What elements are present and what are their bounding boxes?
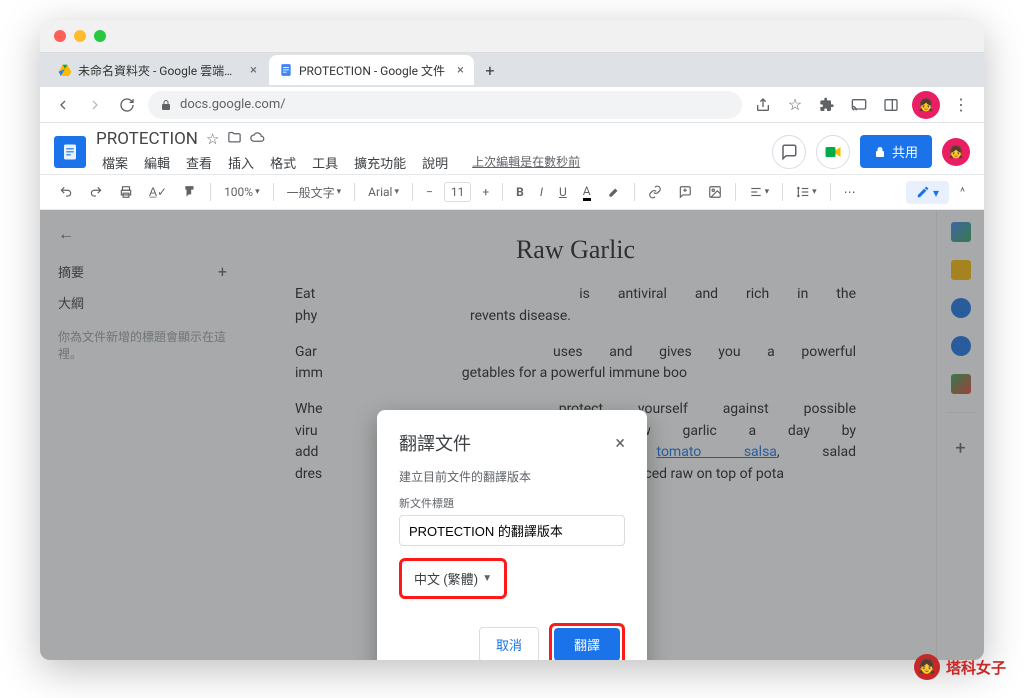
comment-history-button[interactable] xyxy=(772,135,806,169)
docs-app: PROTECTION ☆ 檔案 編輯 查看 插入 格式 工具 擴充功能 說明 xyxy=(40,123,984,660)
dialog-field-label: 新文件標題 xyxy=(399,495,625,511)
bold-button[interactable]: B xyxy=(511,182,529,202)
redo-button[interactable] xyxy=(84,182,108,202)
browser-tab-docs[interactable]: PROTECTION - Google 文件 × xyxy=(269,55,474,85)
window-minimize-button[interactable] xyxy=(74,30,86,42)
text-color-button[interactable]: A xyxy=(578,181,596,204)
reload-button[interactable] xyxy=(116,94,138,116)
insert-comment-button[interactable] xyxy=(673,182,697,202)
zoom-select[interactable]: 100% xyxy=(219,182,265,202)
hide-menus-button[interactable]: ^ xyxy=(955,182,970,202)
window-traffic-lights xyxy=(40,20,984,53)
watermark-icon: 👧 xyxy=(914,654,940,680)
font-size-dec[interactable]: − xyxy=(421,182,438,202)
docs-header: PROTECTION ☆ 檔案 編輯 查看 插入 格式 工具 擴充功能 說明 xyxy=(40,123,984,174)
highlight-lang: 中文 (繁體) ▼ xyxy=(399,558,507,599)
watermark: 👧 塔科女子 xyxy=(914,654,1006,680)
tab-close-icon[interactable]: × xyxy=(457,63,464,78)
tab-title: 未命名資料夾 - Google 雲端硬碟 xyxy=(78,62,238,79)
style-select[interactable]: 一般文字 xyxy=(282,181,347,204)
formatting-toolbar: A̲✓ 100% 一般文字 Arial − 11 + B I U A xyxy=(40,174,984,210)
share-label: 共用 xyxy=(892,142,918,161)
align-button[interactable] xyxy=(744,182,775,202)
paint-format-button[interactable] xyxy=(178,182,202,202)
tab-title: PROTECTION - Google 文件 xyxy=(299,62,445,79)
translate-button[interactable]: 翻譯 xyxy=(554,628,620,660)
drive-icon xyxy=(58,63,72,77)
dialog-close-button[interactable]: × xyxy=(615,433,625,454)
font-select[interactable]: Arial xyxy=(363,182,404,202)
menu-insert[interactable]: 插入 xyxy=(222,151,260,174)
window-close-button[interactable] xyxy=(54,30,66,42)
user-avatar[interactable]: 👧 xyxy=(942,138,970,166)
insert-link-button[interactable] xyxy=(643,182,667,202)
profile-avatar[interactable]: 👧 xyxy=(912,91,940,119)
forward-button[interactable] xyxy=(84,94,106,116)
spellcheck-button[interactable]: A̲✓ xyxy=(144,182,172,202)
italic-button[interactable]: I xyxy=(535,182,548,202)
meet-button[interactable] xyxy=(816,135,850,169)
undo-button[interactable] xyxy=(54,182,78,202)
line-spacing-button[interactable] xyxy=(791,182,822,202)
bookmark-icon[interactable]: ☆ xyxy=(784,94,806,116)
browser-toolbar: docs.google.com/ ☆ 👧 ⋮ xyxy=(40,87,984,123)
highlight-translate: 翻譯 xyxy=(549,623,625,660)
highlight-button[interactable] xyxy=(602,182,626,202)
menu-edit[interactable]: 編輯 xyxy=(138,151,176,174)
new-title-input[interactable] xyxy=(399,515,625,546)
underline-button[interactable]: U xyxy=(554,182,572,202)
modal-overlay: 翻譯文件 × 建立目前文件的翻譯版本 新文件標題 中文 (繁體) ▼ 取消 xyxy=(40,210,984,660)
url-text: docs.google.com/ xyxy=(180,97,286,112)
print-button[interactable] xyxy=(114,182,138,202)
star-icon[interactable]: ☆ xyxy=(206,130,219,148)
document-title[interactable]: PROTECTION xyxy=(96,129,198,149)
browser-window: 未命名資料夾 - Google 雲端硬碟 × PROTECTION - Goog… xyxy=(40,20,984,660)
dialog-subtitle: 建立目前文件的翻譯版本 xyxy=(399,468,625,485)
cloud-status-icon[interactable] xyxy=(250,130,265,148)
menu-help[interactable]: 說明 xyxy=(416,151,454,174)
browser-tab-strip: 未命名資料夾 - Google 雲端硬碟 × PROTECTION - Goog… xyxy=(40,53,984,87)
translate-dialog: 翻譯文件 × 建立目前文件的翻譯版本 新文件標題 中文 (繁體) ▼ 取消 xyxy=(377,410,647,660)
cast-icon[interactable] xyxy=(848,94,870,116)
address-bar[interactable]: docs.google.com/ xyxy=(148,91,742,119)
back-button[interactable] xyxy=(52,94,74,116)
share-button[interactable]: 共用 xyxy=(860,135,932,168)
last-edit-text[interactable]: 上次編輯是在數秒前 xyxy=(466,151,586,174)
move-icon[interactable] xyxy=(227,130,242,148)
menu-extensions[interactable]: 擴充功能 xyxy=(348,151,412,174)
font-size-value[interactable]: 11 xyxy=(444,182,472,202)
dialog-title: 翻譯文件 xyxy=(399,430,471,456)
menu-format[interactable]: 格式 xyxy=(264,151,302,174)
menu-bar: 檔案 編輯 查看 插入 格式 工具 擴充功能 說明 上次編輯是在數秒前 xyxy=(96,151,762,174)
editing-mode-button[interactable]: ▾ xyxy=(906,181,949,204)
lock-icon xyxy=(160,99,172,111)
menu-tools[interactable]: 工具 xyxy=(306,151,344,174)
more-toolbar-button[interactable]: ⋯ xyxy=(839,182,861,202)
share-icon[interactable] xyxy=(752,94,774,116)
extensions-icon[interactable] xyxy=(816,94,838,116)
language-select[interactable]: 中文 (繁體) ▼ xyxy=(404,563,502,594)
watermark-text: 塔科女子 xyxy=(946,657,1006,678)
docs-icon xyxy=(279,63,293,77)
docs-logo[interactable] xyxy=(54,136,86,168)
window-maximize-button[interactable] xyxy=(94,30,106,42)
new-tab-button[interactable]: + xyxy=(476,56,504,84)
doc-content-area: ← 摘要 + 大綱 你為文件新增的標題會顯示在這裡。 Raw Garlic Ea… xyxy=(40,210,984,660)
tab-close-icon[interactable]: × xyxy=(250,63,257,78)
insert-image-button[interactable] xyxy=(703,182,727,202)
browser-tab-drive[interactable]: 未命名資料夾 - Google 雲端硬碟 × xyxy=(48,55,267,85)
language-label: 中文 (繁體) xyxy=(414,569,478,588)
font-size-inc[interactable]: + xyxy=(477,182,494,202)
menu-view[interactable]: 查看 xyxy=(180,151,218,174)
menu-file[interactable]: 檔案 xyxy=(96,151,134,174)
chevron-down-icon: ▼ xyxy=(482,573,492,584)
browser-menu-icon[interactable]: ⋮ xyxy=(950,94,972,116)
cancel-button[interactable]: 取消 xyxy=(479,627,539,660)
sidepanel-icon[interactable] xyxy=(880,94,902,116)
lock-icon xyxy=(874,146,886,158)
